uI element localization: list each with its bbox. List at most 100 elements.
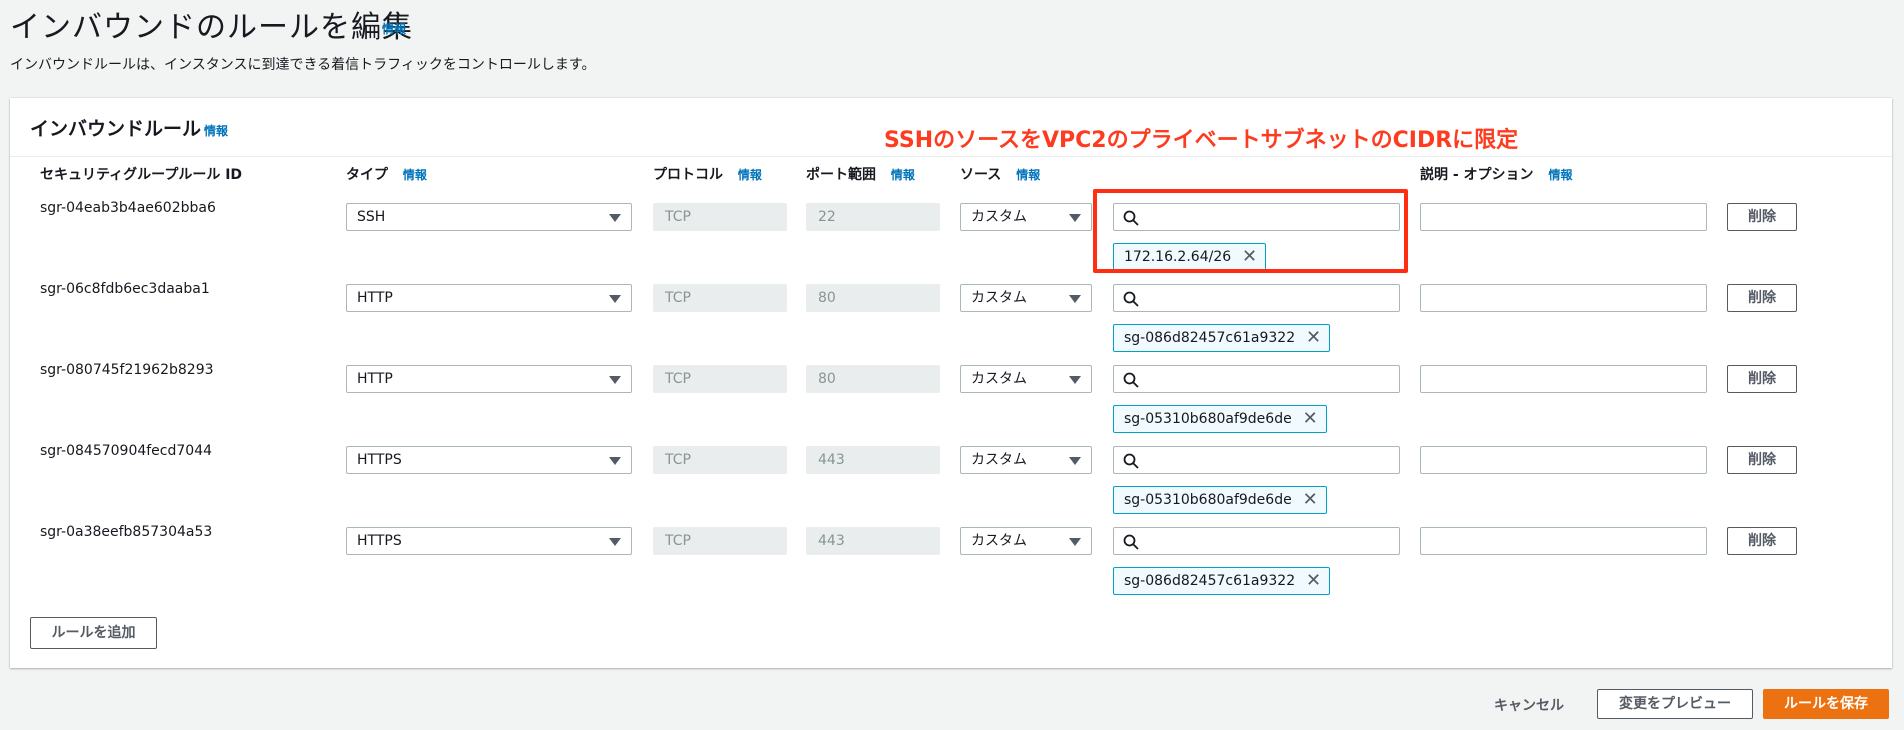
description-input[interactable] — [1420, 203, 1707, 231]
type-select-value: SSH — [357, 209, 386, 225]
panel-info-link[interactable]: 情報 — [204, 122, 228, 139]
description-input[interactable] — [1420, 365, 1707, 393]
source-type-select[interactable]: カスタム — [960, 446, 1092, 474]
type-select-value: HTTP — [357, 290, 393, 306]
rule-id: sgr-084570904fecd7044 — [40, 443, 213, 459]
rule-id: sgr-080745f21962b8293 — [40, 362, 214, 378]
type-select[interactable]: HTTP — [346, 365, 632, 393]
source-search-input[interactable] — [1113, 446, 1400, 474]
search-icon — [1123, 372, 1139, 388]
column-header-source: ソース 情報 — [960, 164, 1040, 184]
page-title-info-link[interactable]: 情報 — [382, 20, 406, 37]
add-rule-button[interactable]: ルールを追加 — [30, 617, 157, 649]
search-icon — [1123, 534, 1139, 550]
caret-down-icon — [1069, 538, 1081, 546]
column-type-info-link[interactable]: 情報 — [403, 168, 427, 182]
caret-down-icon — [1069, 457, 1081, 465]
rule-id: sgr-04eab3b4ae602bba6 — [40, 200, 216, 216]
type-select-value: HTTP — [357, 371, 393, 387]
search-icon — [1123, 453, 1139, 469]
source-token: sg-05310b680af9de6de ✕ — [1113, 486, 1327, 514]
column-header-type-label: タイプ — [346, 167, 388, 183]
column-header-rule-id-label: セキュリティグループルール ID — [40, 167, 243, 183]
column-port-info-link[interactable]: 情報 — [891, 168, 915, 182]
source-token: sg-086d82457c61a9322 ✕ — [1113, 567, 1331, 595]
delete-rule-button[interactable]: 削除 — [1727, 446, 1797, 474]
column-header-description-label: 説明 - オプション — [1420, 167, 1534, 183]
close-icon[interactable]: ✕ — [1303, 406, 1318, 432]
source-token-label: sg-086d82457c61a9322 — [1124, 573, 1296, 589]
source-search-input[interactable] — [1113, 527, 1400, 555]
source-type-select-value: カスタム — [971, 290, 1027, 306]
source-token: sg-05310b680af9de6de ✕ — [1113, 405, 1327, 433]
column-header-rule-id: セキュリティグループルール ID — [40, 164, 242, 184]
column-header-port: ポート範囲 情報 — [806, 164, 915, 184]
panel-header: インバウンドルール 情報 SSHのソースをVPC2のプライベートサブネットのCI… — [10, 98, 1892, 157]
column-description-info-link[interactable]: 情報 — [1548, 168, 1572, 182]
source-type-select[interactable]: カスタム — [960, 284, 1092, 312]
column-header-description: 説明 - オプション 情報 — [1420, 164, 1572, 184]
caret-down-icon — [609, 295, 621, 303]
column-protocol-info-link[interactable]: 情報 — [738, 168, 762, 182]
close-icon[interactable]: ✕ — [1306, 325, 1321, 351]
close-icon[interactable]: ✕ — [1303, 487, 1318, 513]
column-header-protocol-label: プロトコル — [653, 167, 723, 183]
type-select[interactable]: HTTPS — [346, 446, 632, 474]
source-search-input[interactable] — [1113, 365, 1400, 393]
page-description: インバウンドルールは、インスタンスに到達できる着信トラフィックをコントロールしま… — [10, 57, 596, 73]
rule-id: sgr-0a38eefb857304a53 — [40, 524, 213, 540]
panel-title: インバウンドルール — [30, 118, 202, 140]
port-range-field: 80 — [806, 365, 940, 393]
protocol-field: TCP — [653, 446, 787, 474]
source-type-select-value: カスタム — [971, 209, 1027, 225]
delete-rule-button[interactable]: 削除 — [1727, 365, 1797, 393]
description-input[interactable] — [1420, 446, 1707, 474]
rule-id: sgr-06c8fdb6ec3daaba1 — [40, 281, 210, 297]
column-source-info-link[interactable]: 情報 — [1016, 168, 1040, 182]
cancel-button[interactable]: キャンセル — [1494, 695, 1564, 715]
caret-down-icon — [1069, 295, 1081, 303]
page-title: インバウンドのルールを編集 — [10, 10, 413, 45]
caret-down-icon — [609, 214, 621, 222]
port-range-field: 80 — [806, 284, 940, 312]
delete-rule-button[interactable]: 削除 — [1727, 284, 1797, 312]
annotation-text: SSHのソースをVPC2のプライベートサブネットのCIDRに限定 — [884, 128, 1519, 153]
save-rules-button[interactable]: ルールを保存 — [1763, 689, 1889, 719]
port-range-field: 22 — [806, 203, 940, 231]
caret-down-icon — [609, 538, 621, 546]
source-token: sg-086d82457c61a9322 ✕ — [1113, 324, 1331, 352]
annotation-highlight-box — [1093, 189, 1408, 273]
protocol-field: TCP — [653, 365, 787, 393]
protocol-field: TCP — [653, 284, 787, 312]
caret-down-icon — [1069, 376, 1081, 384]
type-select[interactable]: HTTPS — [346, 527, 632, 555]
type-select[interactable]: SSH — [346, 203, 632, 231]
search-icon — [1123, 291, 1139, 307]
caret-down-icon — [609, 457, 621, 465]
source-type-select-value: カスタム — [971, 533, 1027, 549]
type-select[interactable]: HTTP — [346, 284, 632, 312]
caret-down-icon — [609, 376, 621, 384]
source-type-select-value: カスタム — [971, 452, 1027, 468]
type-select-value: HTTPS — [357, 533, 402, 549]
column-header-type: タイプ 情報 — [346, 164, 427, 184]
source-type-select-value: カスタム — [971, 371, 1027, 387]
column-header-port-label: ポート範囲 — [806, 167, 876, 183]
protocol-field: TCP — [653, 203, 787, 231]
delete-rule-button[interactable]: 削除 — [1727, 203, 1797, 231]
port-range-field: 443 — [806, 527, 940, 555]
type-select-value: HTTPS — [357, 452, 402, 468]
source-type-select[interactable]: カスタム — [960, 203, 1092, 231]
source-token-label: sg-086d82457c61a9322 — [1124, 330, 1296, 346]
source-token-label: sg-05310b680af9de6de — [1124, 492, 1292, 508]
column-header-protocol: プロトコル 情報 — [653, 164, 762, 184]
source-type-select[interactable]: カスタム — [960, 365, 1092, 393]
source-token-label: sg-05310b680af9de6de — [1124, 411, 1292, 427]
source-type-select[interactable]: カスタム — [960, 527, 1092, 555]
description-input[interactable] — [1420, 527, 1707, 555]
delete-rule-button[interactable]: 削除 — [1727, 527, 1797, 555]
preview-changes-button[interactable]: 変更をプレビュー — [1597, 689, 1753, 719]
description-input[interactable] — [1420, 284, 1707, 312]
close-icon[interactable]: ✕ — [1306, 568, 1321, 594]
source-search-input[interactable] — [1113, 284, 1400, 312]
